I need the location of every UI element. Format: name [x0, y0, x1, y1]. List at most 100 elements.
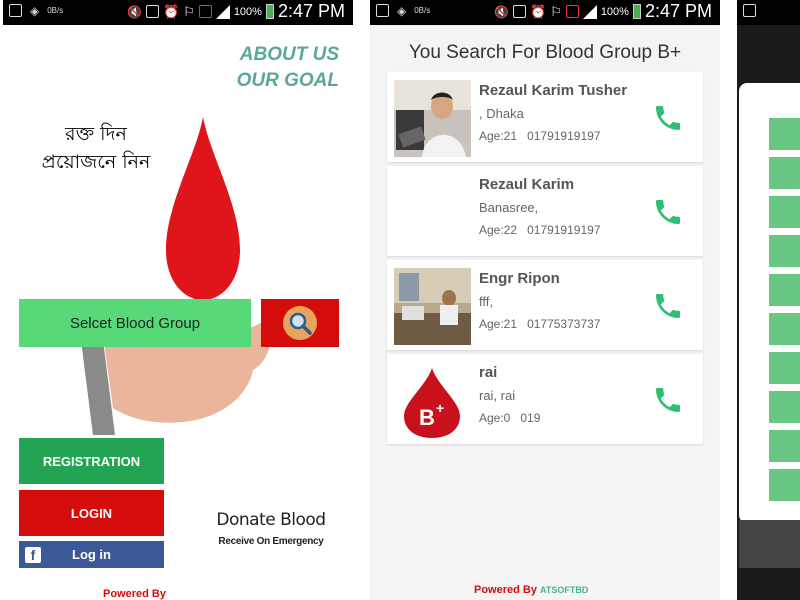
donor-phone: 01791919197	[527, 129, 601, 143]
nfc-icon	[145, 5, 159, 18]
list-item[interactable]	[769, 430, 800, 462]
list-item[interactable]	[769, 352, 800, 384]
donor-phone: 01791919197	[527, 223, 601, 237]
company-logo-text: ATSOFTBD	[540, 585, 589, 595]
call-icon[interactable]	[652, 384, 684, 416]
donor-age: Age:22	[479, 223, 518, 237]
nfc-icon	[512, 5, 526, 18]
donate-blood-text: Donate Blood	[216, 510, 326, 530]
wifi-icon: ⚐	[550, 3, 562, 19]
donor-age: Age:21	[479, 129, 518, 143]
blood-drop-icon	[166, 117, 240, 300]
mute-icon: 🔇	[494, 4, 509, 19]
donor-name: Engr Ripon	[479, 270, 560, 287]
data-rate: 0B/s	[47, 6, 64, 15]
image-icon	[9, 4, 22, 17]
donor-age-phone: Age:21 01775373737	[479, 317, 600, 331]
list-item[interactable]	[769, 157, 800, 189]
call-icon[interactable]	[652, 196, 684, 228]
facebook-login-label: Log in	[72, 547, 111, 562]
donor-photo	[394, 80, 471, 157]
battery-icon	[265, 4, 274, 19]
slogan-line-2: প্রয়োজনে নিন	[41, 151, 151, 173]
powered-by-label: Powered By	[474, 584, 537, 596]
search-button[interactable]	[261, 299, 339, 347]
list-item[interactable]	[769, 118, 800, 150]
drop-sup: +	[436, 400, 444, 416]
battery-percent: 100%	[233, 5, 262, 18]
signal-icon	[582, 4, 597, 19]
donor-address: rai, rai	[479, 388, 516, 403]
status-bar: ◈ 0B/s 🔇 ⏰ ⚐ 100% 2:47 PM	[3, 0, 353, 25]
data-rate: 0B/s	[414, 6, 431, 15]
donor-age-phone: Age:0 019	[479, 411, 540, 425]
slogan-line-1: রক্ত দিন	[65, 123, 127, 145]
battery-percent: 100%	[600, 5, 629, 18]
notification-icon	[198, 5, 212, 18]
select-blood-group-button[interactable]: Selcet Blood Group	[19, 299, 251, 347]
registration-button[interactable]: REGISTRATION	[19, 438, 164, 484]
header-links: ABOUT US OUR GOAL	[237, 42, 339, 94]
donor-name: Rezaul Karim	[479, 176, 575, 193]
results-screen: ◈ 0B/s 🔇 ⏰ ⚐ 100% 2:47 PM You Search For…	[370, 0, 720, 600]
dialog-card	[739, 83, 800, 523]
donor-card[interactable]: Engr Ripon fff, Age:21 01775373737	[387, 260, 703, 350]
about-us-link[interactable]: ABOUT US	[237, 42, 339, 68]
donor-address: , Dhaka	[479, 106, 524, 121]
clock: 2:47 PM	[644, 1, 712, 21]
donor-age-phone: Age:21 01791919197	[479, 129, 600, 143]
alarm-icon: ⏰	[162, 3, 180, 19]
search-icon	[289, 312, 312, 335]
third-screen-partial	[737, 0, 800, 600]
location-icon: ◈	[30, 4, 40, 18]
list-item[interactable]	[769, 391, 800, 423]
donor-age: Age:21	[479, 317, 518, 331]
results-title: You Search For Blood Group B+	[408, 42, 682, 63]
image-icon	[376, 4, 389, 17]
donor-name: Rezaul Karim Tusher	[479, 82, 628, 99]
facebook-login-button[interactable]: f Log in	[19, 541, 164, 568]
dialog-button[interactable]	[739, 520, 800, 568]
call-icon[interactable]	[652, 102, 684, 134]
mute-icon: 🔇	[127, 4, 142, 19]
list-item[interactable]	[769, 313, 800, 345]
donor-photo-empty	[394, 174, 471, 251]
donor-address: Banasree,	[479, 200, 539, 215]
battery-icon	[632, 4, 641, 19]
list-item[interactable]	[769, 235, 800, 267]
donor-card[interactable]: B + rai rai, rai Age:0 019	[387, 354, 703, 444]
list-item[interactable]	[769, 196, 800, 228]
status-bar	[737, 0, 800, 25]
donor-name: rai	[479, 364, 498, 381]
donor-phone: 019	[520, 411, 541, 425]
our-goal-link[interactable]: OUR GOAL	[237, 68, 339, 94]
receive-emergency-text: Receive On Emergency	[218, 536, 324, 547]
donor-age: Age:0	[479, 411, 511, 425]
drop-label: B	[419, 405, 435, 430]
powered-by: Powered By	[103, 588, 166, 600]
donor-photo	[394, 268, 471, 345]
donate-block: Donate Blood Receive On Emergency	[211, 510, 331, 547]
list-item[interactable]	[769, 274, 800, 306]
home-screen: ◈ 0B/s 🔇 ⏰ ⚐ 100% 2:47 PM ABOUT US OUR G…	[3, 0, 353, 600]
donor-card[interactable]: Rezaul Karim Banasree, Age:22 0179191919…	[387, 166, 703, 256]
search-icon-bg	[283, 306, 317, 340]
slogan: রক্ত দিন প্রয়োজনে নিন	[41, 120, 151, 176]
donor-card[interactable]: Rezaul Karim Tusher , Dhaka Age:21 01791…	[387, 72, 703, 162]
clock: 2:47 PM	[277, 1, 345, 21]
signal-icon	[215, 4, 230, 19]
blood-drop-bplus-icon: B +	[394, 362, 471, 439]
donor-address: fff,	[479, 294, 493, 309]
donor-age-phone: Age:22 01791919197	[479, 223, 600, 237]
status-bar: ◈ 0B/s 🔇 ⏰ ⚐ 100% 2:47 PM	[370, 0, 720, 25]
donor-phone: 01775373737	[527, 317, 601, 331]
login-button[interactable]: LOGIN	[19, 490, 164, 536]
facebook-icon: f	[25, 546, 41, 563]
image-icon	[743, 4, 756, 17]
notification-icon	[565, 5, 579, 18]
alarm-icon: ⏰	[529, 3, 547, 19]
list-item[interactable]	[769, 469, 800, 501]
wifi-icon: ⚐	[183, 3, 195, 19]
location-icon: ◈	[397, 4, 407, 18]
call-icon[interactable]	[652, 290, 684, 322]
